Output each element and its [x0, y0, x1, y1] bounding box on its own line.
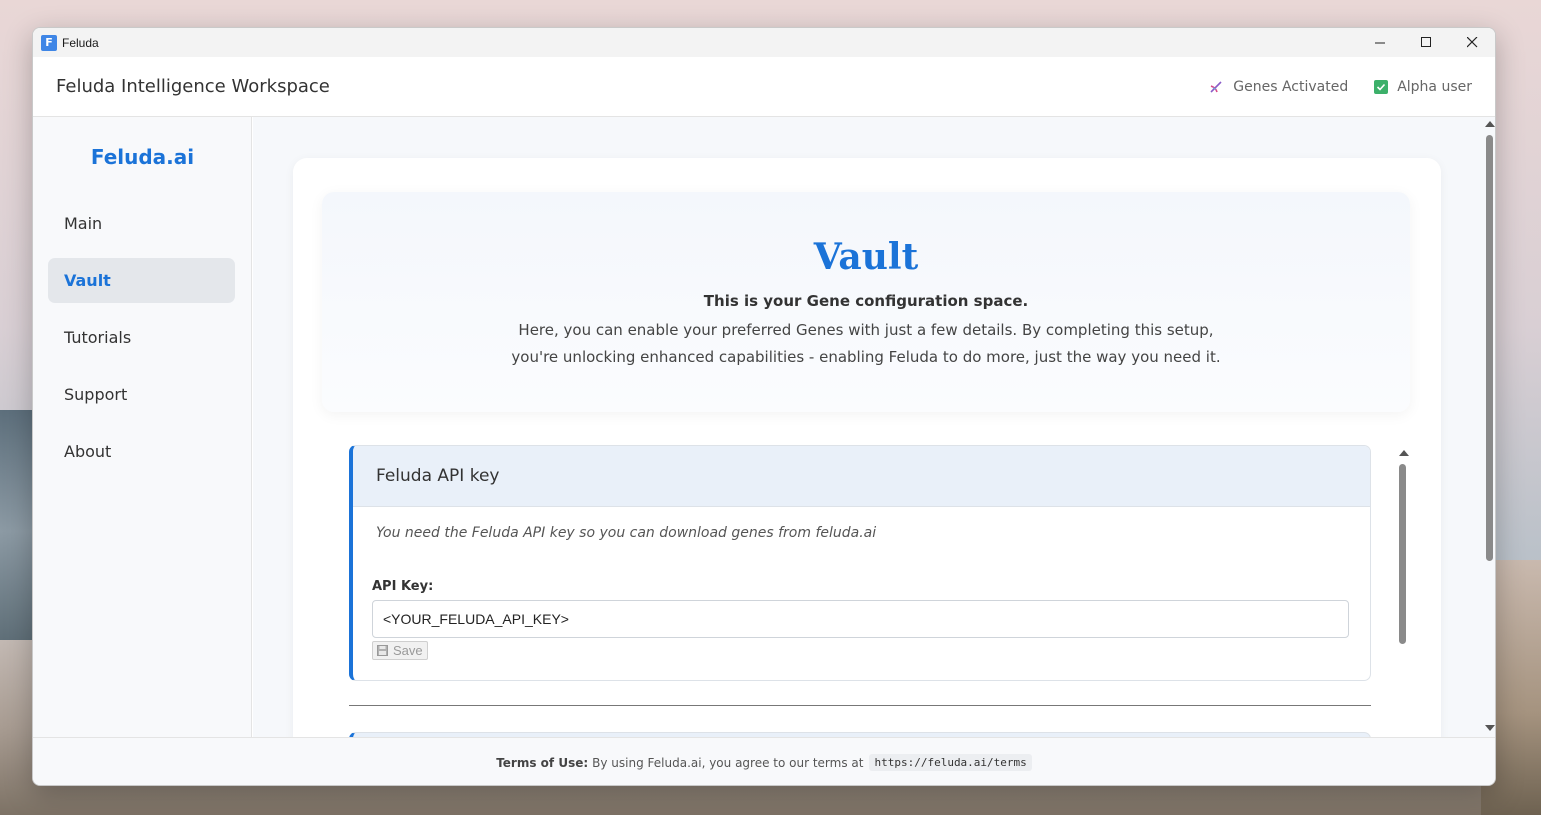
- sidebar-item-vault[interactable]: Vault: [48, 258, 235, 303]
- vault-subtitle: This is your Gene configuration space.: [703, 292, 1029, 310]
- api-key-card: Feluda API key You need the Feluda API k…: [349, 445, 1371, 681]
- main-scroll-thumb[interactable]: [1486, 135, 1493, 561]
- vault-hero: Vault This is your Gene configuration sp…: [322, 192, 1410, 412]
- sidebar: Feluda.ai Main Vault Tutorials Support A…: [33, 117, 252, 737]
- close-icon: [1466, 37, 1477, 48]
- api-key-input[interactable]: [372, 600, 1349, 638]
- page-title: Vault: [813, 236, 919, 278]
- terms-url[interactable]: https://feluda.ai/terms: [869, 754, 1032, 771]
- vault-description: Here, you can enable your preferred Gene…: [511, 321, 1221, 366]
- dna-icon: [1210, 81, 1222, 93]
- scroll-up-arrow-icon[interactable]: [1485, 121, 1495, 127]
- checkmark-icon: [1374, 80, 1389, 94]
- inner-scrollbar[interactable]: [1397, 448, 1409, 737]
- alpha-user-label: Alpha user: [1397, 79, 1472, 95]
- scroll-up-arrow-icon[interactable]: [1399, 450, 1409, 456]
- vault-panel: Vault This is your Gene configuration sp…: [293, 158, 1441, 737]
- terms-label: Terms of Use:: [496, 755, 589, 770]
- window-title: Feluda: [62, 35, 99, 50]
- sidebar-item-support[interactable]: Support: [48, 372, 235, 417]
- api-key-card-title: Feluda API key: [353, 446, 1370, 507]
- sidebar-item-tutorials[interactable]: Tutorials: [48, 315, 235, 360]
- close-button[interactable]: [1449, 28, 1495, 57]
- genes-activated-label: Genes Activated: [1233, 79, 1349, 95]
- maximize-button[interactable]: [1403, 28, 1449, 57]
- window-controls: [1357, 28, 1495, 57]
- api-key-note: You need the Feluda API key so you can d…: [376, 525, 877, 541]
- save-button-label: Save: [393, 643, 423, 658]
- inner-scroll-thumb[interactable]: [1399, 464, 1406, 644]
- genes-activated-status: Genes Activated: [1208, 79, 1348, 95]
- minimize-icon: [1374, 42, 1385, 44]
- app-icon: F: [41, 34, 57, 51]
- minimize-button[interactable]: [1357, 28, 1403, 57]
- footer: Terms of Use: By using Feluda.ai, you ag…: [33, 737, 1495, 785]
- header-status: Genes Activated Alpha user: [1208, 57, 1472, 117]
- api-key-label: API Key:: [372, 579, 434, 594]
- section-divider: [349, 705, 1371, 706]
- alpha-user-status: Alpha user: [1374, 79, 1472, 95]
- sidebar-item-main[interactable]: Main: [48, 201, 235, 246]
- terms-text: By using Feluda.ai, you agree to our ter…: [592, 755, 864, 770]
- app-header: Feluda Intelligence Workspace Genes Acti…: [33, 57, 1495, 117]
- brand-logo[interactable]: Feluda.ai: [33, 145, 252, 169]
- maximize-icon: [1420, 37, 1431, 47]
- floppy-disk-icon: [377, 645, 388, 656]
- save-button[interactable]: Save: [372, 641, 428, 660]
- scroll-down-arrow-icon[interactable]: [1485, 725, 1495, 731]
- main-content: Vault This is your Gene configuration sp…: [253, 117, 1495, 737]
- main-scrollbar[interactable]: [1483, 117, 1495, 737]
- app-window: F Feluda Feluda Intelligence Workspace G…: [32, 27, 1496, 786]
- sidebar-item-about[interactable]: About: [48, 429, 235, 474]
- workspace-title: Feluda Intelligence Workspace: [56, 76, 330, 97]
- title-bar: F Feluda: [33, 28, 1495, 57]
